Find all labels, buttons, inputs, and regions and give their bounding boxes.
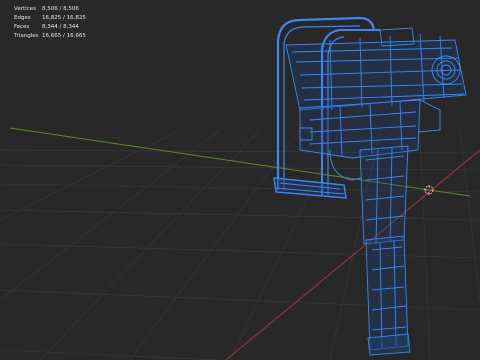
- 3d-viewport[interactable]: Vertices 8,506 / 8,506 Edges 16,825 / 16…: [0, 0, 480, 360]
- 3d-cursor-icon[interactable]: [424, 185, 434, 195]
- stat-value: 8,506 / 8,506: [42, 6, 79, 12]
- stat-row-faces: Faces 8,344 / 8,344: [14, 23, 86, 32]
- x-axis-line: [225, 149, 480, 360]
- stat-value: 8,344 / 8,344: [42, 24, 79, 30]
- stat-label: Faces: [14, 24, 30, 30]
- stat-value: 16,825 / 16,825: [42, 15, 86, 21]
- viewport-grid: [0, 16, 480, 360]
- stat-label: Vertices: [14, 6, 36, 12]
- stat-row-triangles: Triangles 16,665 / 16,665: [14, 32, 86, 41]
- stat-label: Triangles: [14, 33, 39, 39]
- stat-row-vertices: Vertices 8,506 / 8,506: [14, 5, 86, 14]
- stat-row-edges: Edges 16,825 / 16,825: [14, 14, 86, 23]
- smg-wireframe-model[interactable]: [273, 16, 467, 356]
- scene-statistics-overlay: Vertices 8,506 / 8,506 Edges 16,825 / 16…: [14, 5, 86, 41]
- stat-value: 16,665 / 16,665: [42, 33, 86, 39]
- stat-label: Edges: [14, 15, 31, 21]
